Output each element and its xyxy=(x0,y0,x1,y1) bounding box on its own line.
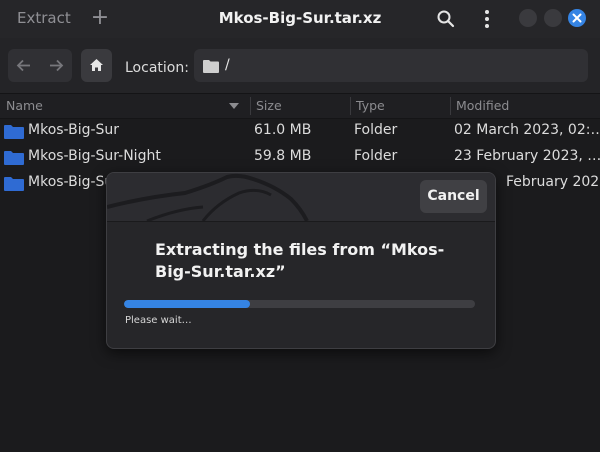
location-bar: Location: / xyxy=(0,38,600,94)
column-divider[interactable] xyxy=(250,97,251,115)
file-modified: 23 February 2023, … xyxy=(454,148,600,164)
column-header: Name Size Type Modified xyxy=(0,94,600,119)
nav-buttons xyxy=(8,49,72,82)
file-modified: 02 March 2023, 02:… xyxy=(454,122,600,138)
column-divider[interactable] xyxy=(350,97,351,115)
progress-bar xyxy=(124,300,475,308)
search-icon[interactable] xyxy=(436,9,456,29)
extract-button[interactable]: Extract xyxy=(17,9,71,27)
arrow-right-icon xyxy=(50,59,64,72)
home-button[interactable] xyxy=(81,49,112,82)
close-icon xyxy=(572,13,582,23)
column-divider[interactable] xyxy=(450,97,451,115)
sort-down-icon xyxy=(229,103,239,109)
dialog-header: Cancel xyxy=(107,173,495,222)
folder-icon xyxy=(4,150,24,165)
file-size: 61.0 MB xyxy=(254,122,312,138)
file-type: Folder xyxy=(354,148,398,164)
close-button[interactable] xyxy=(568,9,586,27)
location-path: / xyxy=(225,57,230,73)
dialog-message: Extracting the files from “Mkos-Big-Sur.… xyxy=(155,240,445,281)
file-modified: February 2023, … xyxy=(506,174,600,190)
header-bar: Extract + Mkos-Big-Sur.tar.xz xyxy=(0,0,600,38)
extract-progress-dialog: Cancel Extracting the files from “Mkos-B… xyxy=(106,172,496,349)
column-type[interactable]: Type xyxy=(356,94,385,118)
location-label: Location: xyxy=(125,60,189,76)
table-row[interactable]: Mkos-Big-Sur-Night 59.8 MB Folder 23 Feb… xyxy=(0,144,600,170)
column-name[interactable]: Name xyxy=(6,94,43,118)
folder-icon xyxy=(203,58,219,73)
maximize-button[interactable] xyxy=(544,9,562,27)
forward-button[interactable] xyxy=(40,49,72,82)
table-row[interactable]: Mkos-Big-Sur 61.0 MB Folder 02 March 202… xyxy=(0,118,600,144)
minimize-button[interactable] xyxy=(519,9,537,27)
back-button[interactable] xyxy=(8,49,40,82)
home-icon xyxy=(90,59,103,71)
file-name: Mkos-Big-Sur xyxy=(28,122,120,138)
dragon-watermark-icon xyxy=(107,173,309,221)
folder-icon xyxy=(4,124,24,139)
add-files-button[interactable]: + xyxy=(90,4,110,32)
file-type: Folder xyxy=(354,122,398,138)
column-size[interactable]: Size xyxy=(256,94,282,118)
menu-icon[interactable] xyxy=(480,9,494,29)
file-name: Mkos-Big-Sur-Night xyxy=(28,148,161,164)
progress-fill xyxy=(124,300,251,308)
file-size: 59.8 MB xyxy=(254,148,312,164)
location-field[interactable]: / xyxy=(194,49,588,82)
folder-icon xyxy=(4,176,24,191)
cancel-button[interactable]: Cancel xyxy=(420,180,487,213)
status-text: Please wait… xyxy=(125,315,192,326)
column-modified[interactable]: Modified xyxy=(456,94,509,118)
window-title: Mkos-Big-Sur.tar.xz xyxy=(218,9,382,27)
arrow-left-icon xyxy=(16,59,30,72)
